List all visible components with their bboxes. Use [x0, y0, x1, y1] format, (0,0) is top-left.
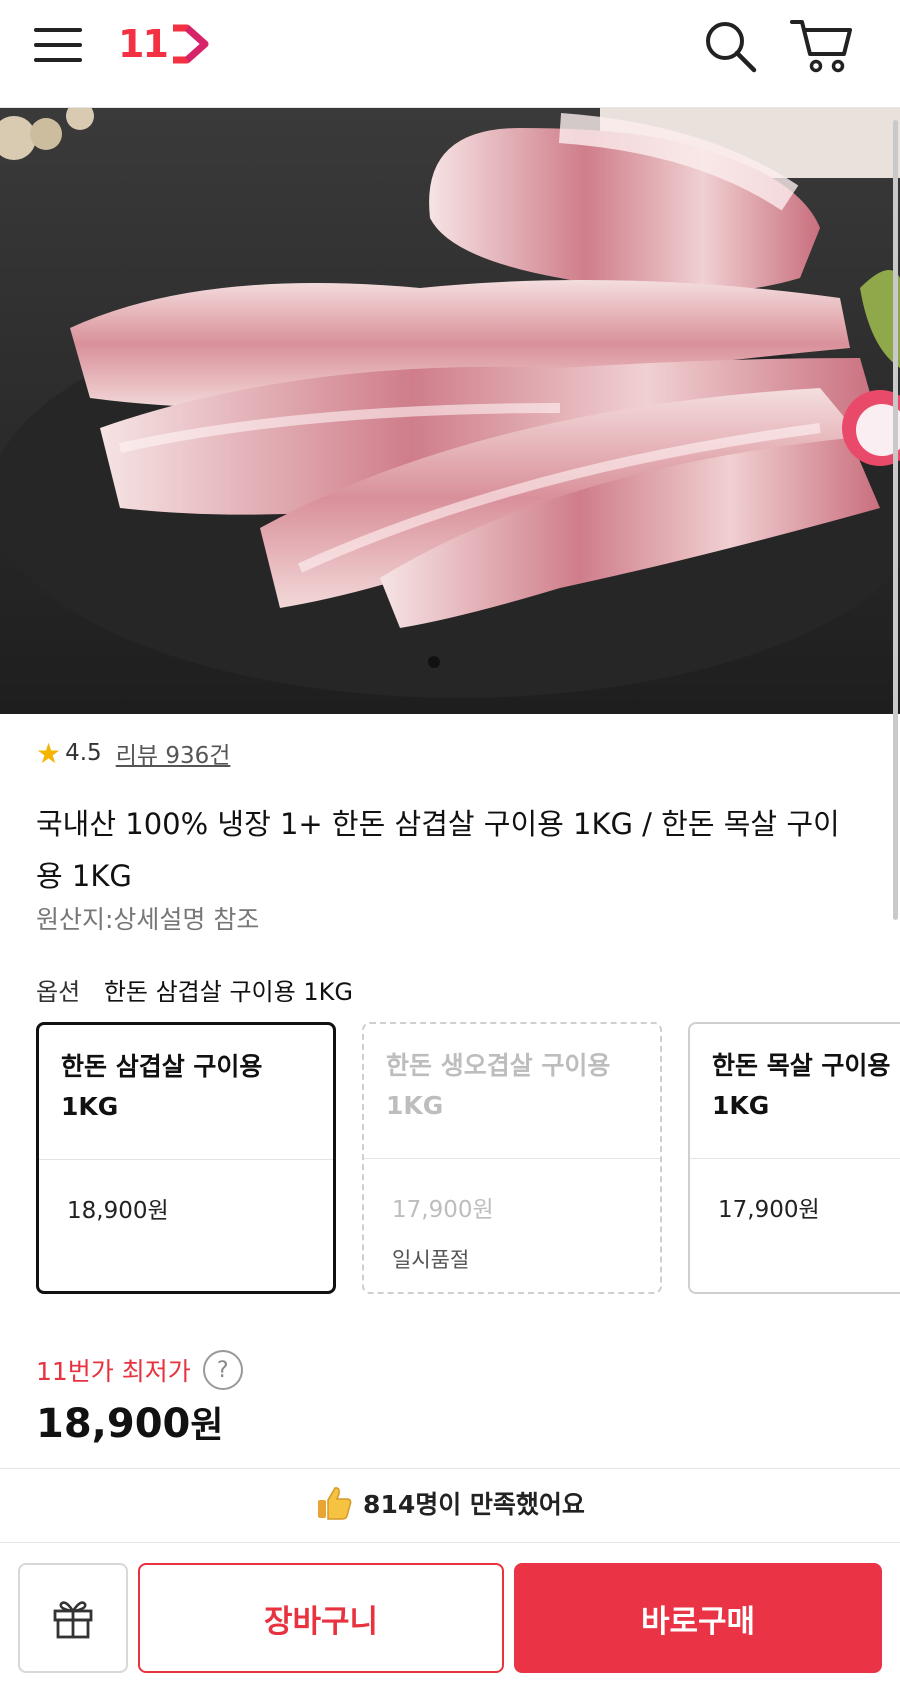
- option-label: 옵션: [36, 978, 81, 1006]
- help-icon[interactable]: ?: [202, 1350, 243, 1390]
- rating-score: 4.5: [65, 740, 102, 766]
- star-icon: ★: [36, 736, 62, 770]
- option-selected-value: 한돈 삼겹살 구이용 1KG: [103, 978, 353, 1006]
- review-count-link[interactable]: 리뷰 936건: [116, 736, 231, 770]
- option-card-price: 17,900원: [392, 1197, 494, 1223]
- bottom-action-bar: 장바구니 바로구매: [0, 1542, 900, 1692]
- lowest-price-label: 11번가 최저가: [36, 1357, 191, 1386]
- option-card-name: 한돈 목살 구이용 1KG: [712, 1051, 891, 1120]
- top-header: 11: [0, 0, 900, 108]
- satisfaction-banner: 814명이 만족했어요: [0, 1484, 900, 1522]
- site-logo[interactable]: 11: [118, 20, 213, 68]
- carousel-dot-active[interactable]: [428, 656, 440, 668]
- logo-text: 11: [118, 22, 169, 66]
- option-card-price: 17,900원: [718, 1197, 820, 1223]
- option-card-ogyeopsal[interactable]: 한돈 생오겹살 구이용 1KG 17,900원 일시품절: [362, 1022, 662, 1294]
- buy-now-button[interactable]: 바로구매: [514, 1563, 882, 1673]
- lowest-price-row: 11번가 최저가 ?: [36, 1350, 243, 1390]
- gift-button[interactable]: [18, 1563, 128, 1673]
- rating-row: ★ 4.5 리뷰 936건: [36, 736, 230, 770]
- divider: [0, 1468, 900, 1469]
- option-card-moksal[interactable]: 한돈 목살 구이용 1KG 17,900원: [688, 1022, 900, 1294]
- add-to-cart-button[interactable]: 장바구니: [138, 1563, 504, 1673]
- cart-icon[interactable]: [788, 14, 856, 76]
- price-unit: 원: [190, 1405, 224, 1446]
- option-card-divider: [690, 1158, 900, 1159]
- product-title: 국내산 100% 냉장 1+ 한돈 삼겹살 구이용 1KG / 한돈 목살 구이…: [36, 807, 840, 893]
- option-card-soldout-status: 일시품절: [392, 1248, 470, 1272]
- option-card-divider: [364, 1158, 660, 1159]
- product-origin: 원산지:상세설명 참조: [36, 905, 260, 934]
- logo-arrow-icon: [172, 24, 209, 64]
- option-card-name: 한돈 삼겹살 구이용 1KG: [61, 1052, 263, 1121]
- gift-icon: [53, 1601, 93, 1639]
- scrollbar[interactable]: [893, 120, 898, 920]
- option-card-price: 18,900원: [67, 1198, 169, 1224]
- option-card-samgyeopsal[interactable]: 한돈 삼겹살 구이용 1KG 18,900원: [36, 1022, 336, 1294]
- satisfaction-text: 814명이 만족했어요: [363, 1490, 585, 1519]
- option-card-divider: [39, 1159, 333, 1160]
- menu-icon[interactable]: [34, 24, 84, 64]
- option-summary: 옵션 한돈 삼겹살 구이용 1KG: [36, 972, 353, 1007]
- product-image[interactable]: [0, 108, 900, 714]
- price-number: 18,900: [36, 1401, 191, 1447]
- search-icon[interactable]: [700, 16, 762, 78]
- thumbs-up-icon: [318, 1487, 352, 1520]
- option-card-name: 한돈 생오겹살 구이용 1KG: [386, 1051, 611, 1120]
- final-price: 18,900원: [36, 1396, 223, 1448]
